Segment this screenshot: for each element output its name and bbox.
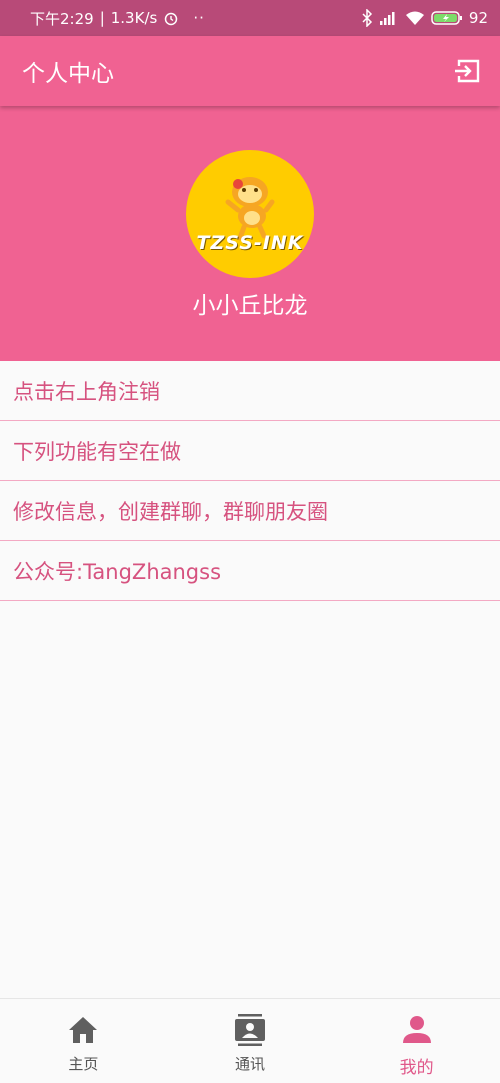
signal-icon — [379, 12, 395, 25]
bluetooth-icon — [362, 9, 372, 27]
nav-label-contacts: 通讯 — [235, 1055, 266, 1073]
status-left: 下午2:29 | 1.3K/s ·· — [30, 8, 205, 29]
status-speed: 1.3K/s — [110, 9, 158, 27]
person-icon — [402, 1016, 431, 1043]
page-title: 个人中心 — [22, 61, 114, 87]
toolbar: 个人中心 — [0, 36, 500, 106]
username: 小小丘比龙 — [192, 293, 308, 319]
menu-list: 点击右上角注销 下列功能有空在做 修改信息，创建群聊，群聊朋友圈 公众号:Tan… — [0, 361, 500, 601]
nav-label-me: 我的 — [399, 1058, 434, 1078]
logout-icon[interactable] — [454, 57, 482, 85]
wifi-icon — [405, 11, 424, 25]
mascot-icon — [225, 177, 275, 241]
menu-item-features[interactable]: 修改信息，创建群聊，群聊朋友圈 — [0, 481, 500, 541]
status-bar: 下午2:29 | 1.3K/s ·· 92 — [0, 0, 500, 36]
nav-label-home: 主页 — [68, 1055, 99, 1073]
avatar[interactable]: TZSS-INK — [186, 150, 314, 278]
alarm-icon — [165, 12, 178, 26]
nav-item-me[interactable]: 我的 — [333, 999, 500, 1083]
status-dots: ·· — [193, 9, 205, 27]
status-time: 下午2:29 — [30, 9, 94, 28]
menu-item-todo[interactable]: 下列功能有空在做 — [0, 421, 500, 481]
menu-item-wechat-account[interactable]: 公众号:TangZhangss — [0, 541, 500, 601]
home-icon — [69, 1017, 98, 1043]
menu-item-logout-hint[interactable]: 点击右上角注销 — [0, 361, 500, 421]
nav-item-home[interactable]: 主页 — [0, 999, 167, 1083]
nav-item-contacts[interactable]: 通讯 — [167, 999, 334, 1083]
status-divider: | — [99, 9, 105, 27]
profile-header: TZSS-INK 小小丘比龙 — [0, 106, 500, 361]
bottom-nav: 主页 通讯 我的 — [0, 998, 500, 1083]
battery-percent: 92 — [468, 9, 488, 27]
contacts-icon — [235, 1014, 265, 1046]
battery-icon — [431, 11, 462, 25]
avatar-text: TZSS-INK — [196, 232, 304, 254]
status-right: 92 — [361, 9, 488, 27]
